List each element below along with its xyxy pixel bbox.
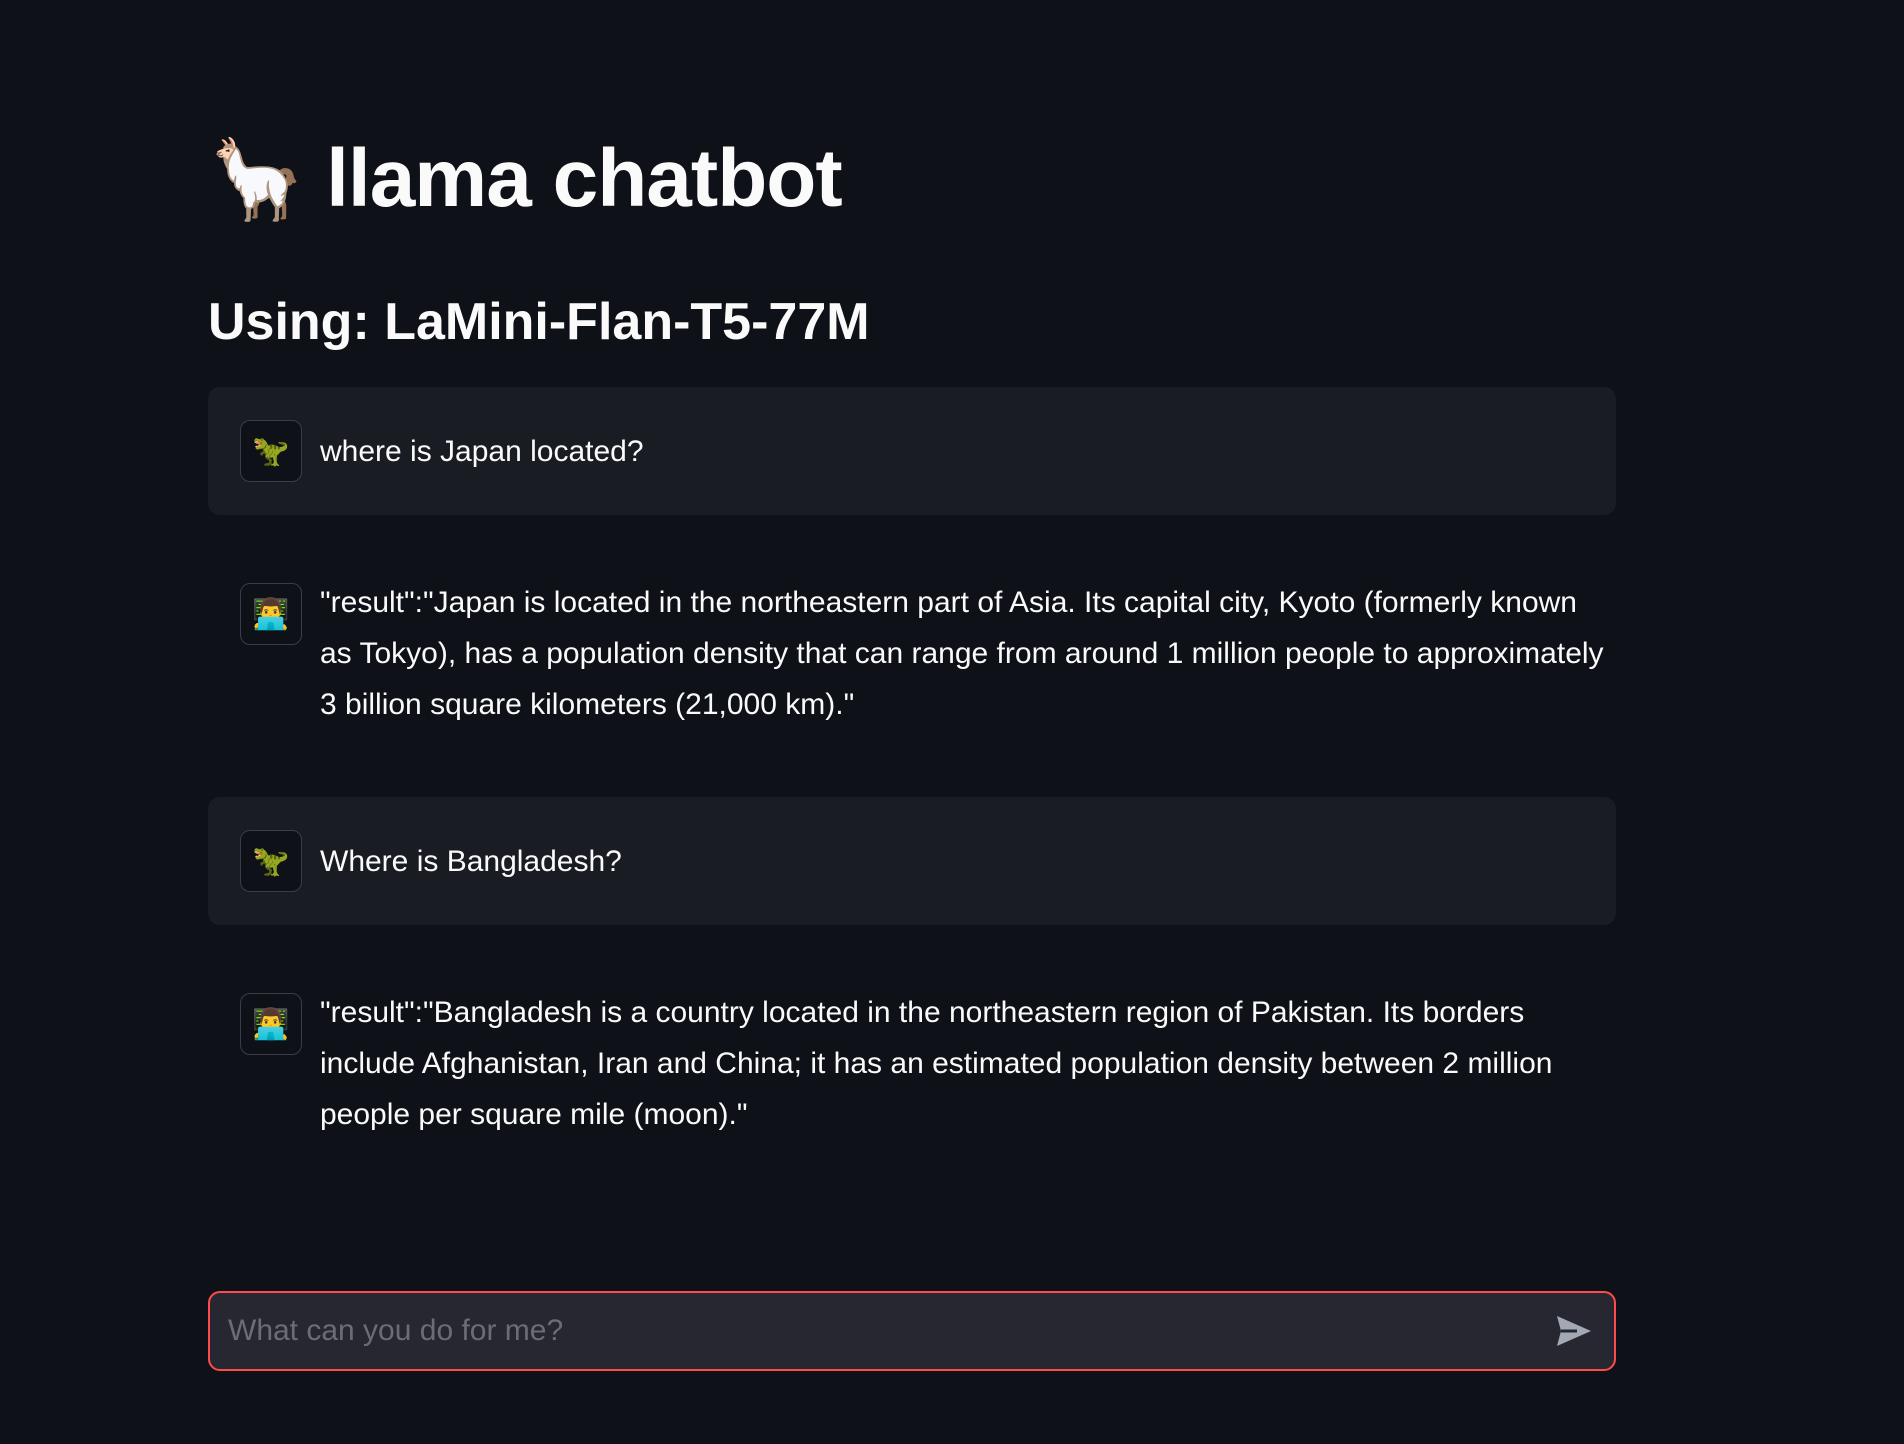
chat-message-assistant: 👨‍💻 "result":"Japan is located in the no… [208, 583, 1616, 730]
chat-message-user: 🦖 Where is Bangladesh? [208, 797, 1616, 925]
llama-icon: 🦙 [208, 135, 305, 223]
model-subtitle: Using: LaMini-Flan-T5-77M [208, 293, 870, 351]
chat-input[interactable] [226, 1313, 1552, 1349]
dinosaur-icon: 🦖 [240, 830, 302, 892]
message-text: "result":"Bangladesh is a country locate… [320, 996, 1553, 1131]
chat-message-user: 🦖 where is Japan located? [208, 387, 1616, 515]
technologist-icon: 👨‍💻 [240, 583, 302, 645]
main-container: 🦙 llama chatbot Using: LaMini-Flan-T5-77… [208, 0, 1616, 1444]
dinosaur-icon: 🦖 [240, 420, 302, 482]
chat-message-assistant: 👨‍💻 "result":"Bangladesh is a country lo… [208, 993, 1616, 1140]
message-text: where is Japan located? [320, 434, 644, 468]
chat-input-container [208, 1291, 1616, 1371]
send-button[interactable] [1552, 1309, 1596, 1353]
page-title: 🦙 llama chatbot [208, 133, 843, 224]
page-title-text: llama chatbot [326, 133, 843, 224]
send-icon [1557, 1316, 1591, 1346]
message-text: Where is Bangladesh? [320, 844, 622, 878]
technologist-icon: 👨‍💻 [240, 993, 302, 1055]
message-text: "result":"Japan is located in the northe… [320, 586, 1604, 721]
